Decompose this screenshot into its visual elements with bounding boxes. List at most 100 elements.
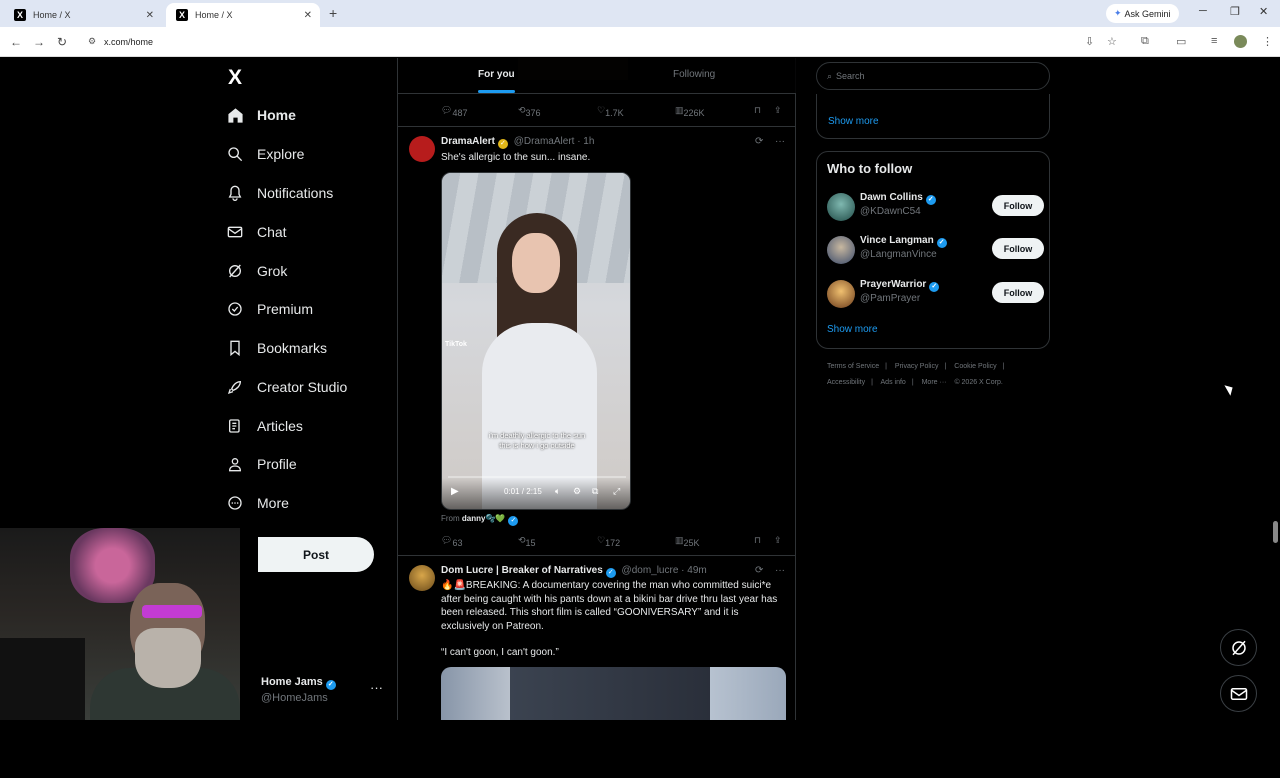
back-icon[interactable]: ← bbox=[10, 35, 22, 49]
close-tab-icon[interactable]: ✕ bbox=[304, 10, 312, 21]
from-name[interactable]: danny🫧💚 bbox=[462, 514, 505, 523]
video-player[interactable]: TikTok i'm deathly allergic to the sun th… bbox=[441, 172, 631, 510]
reply-button[interactable]: 💬︎ 487 bbox=[441, 105, 467, 118]
restore-icon[interactable]: ❐ bbox=[1230, 5, 1240, 18]
search-placeholder: Search bbox=[836, 71, 865, 81]
show-more-link[interactable]: Show more bbox=[828, 116, 879, 127]
forward-icon[interactable]: → bbox=[33, 35, 45, 49]
nav-label: Articles bbox=[257, 418, 303, 434]
follow-button[interactable]: Follow bbox=[992, 195, 1044, 216]
tab-following[interactable]: Following bbox=[673, 69, 715, 80]
browser-toolbar: ← → ↻ ⚙ x.com/home ⇩ ☆ ⧉ ▭ ≡ ⋮ bbox=[0, 27, 1280, 57]
sidebar-icon[interactable]: ▭ bbox=[1176, 35, 1186, 48]
show-more-link[interactable]: Show more bbox=[827, 324, 878, 335]
play-icon[interactable]: ▶ bbox=[451, 486, 459, 497]
nav-explore[interactable]: Explore bbox=[226, 145, 304, 163]
privacy-link[interactable]: Privacy Policy bbox=[895, 363, 939, 370]
views-button[interactable]: ▥ 226K bbox=[675, 105, 705, 118]
ads-info-link[interactable]: Ads info bbox=[881, 379, 906, 386]
avatar[interactable] bbox=[827, 280, 855, 308]
previous-post-actions: 💬︎ 487 ⟲ 376 ♡ 1.7K ▥ 226K ⊓ ⇪ bbox=[398, 102, 796, 122]
author-handle[interactable]: @dom_lucre bbox=[622, 565, 679, 576]
post-more-icon[interactable]: ··· bbox=[775, 136, 785, 147]
video-progress[interactable] bbox=[448, 476, 626, 478]
settings-icon[interactable]: ⚙ bbox=[573, 486, 581, 497]
share-icon[interactable]: ⇪ bbox=[774, 535, 782, 546]
minimize-icon[interactable]: ─ bbox=[1199, 5, 1207, 17]
fullscreen-icon[interactable]: ⤢ bbox=[613, 486, 620, 497]
extensions-icon[interactable]: ⧉ bbox=[1141, 35, 1149, 48]
follow-suggestion[interactable]: Vince Langman ✓ @LangmanVince Follow bbox=[827, 235, 1044, 267]
browser-tab-active[interactable]: X Home / X ✕ bbox=[166, 3, 320, 27]
follow-button[interactable]: Follow bbox=[992, 238, 1044, 259]
nav-grok[interactable]: Grok bbox=[226, 262, 287, 280]
nav-more[interactable]: More bbox=[226, 494, 289, 512]
nav-chat[interactable]: Chat bbox=[226, 223, 287, 241]
post-more-icon[interactable]: ··· bbox=[775, 565, 785, 576]
grok-icon bbox=[226, 262, 244, 280]
x-logo-icon[interactable]: X bbox=[228, 66, 242, 90]
account-more-icon[interactable]: ··· bbox=[370, 680, 383, 695]
new-tab-icon[interactable]: + bbox=[329, 5, 337, 21]
reply-button[interactable]: 💬︎ 63 bbox=[441, 535, 462, 548]
close-tab-icon[interactable]: ✕ bbox=[146, 10, 154, 21]
share-icon[interactable]: ⇪ bbox=[774, 105, 782, 116]
nav-premium[interactable]: Premium bbox=[226, 300, 313, 318]
scrollbar-thumb[interactable] bbox=[1273, 521, 1278, 543]
follow-button[interactable]: Follow bbox=[992, 282, 1044, 303]
nav-creator-studio[interactable]: Creator Studio bbox=[226, 378, 347, 396]
avatar[interactable] bbox=[827, 193, 855, 221]
accessibility-link[interactable]: Accessibility bbox=[827, 379, 865, 386]
post-media[interactable] bbox=[441, 667, 786, 720]
nav-bookmarks[interactable]: Bookmarks bbox=[226, 339, 327, 357]
profile-avatar[interactable] bbox=[1234, 35, 1247, 48]
tab-for-you[interactable]: For you bbox=[478, 69, 515, 93]
messages-fab-icon[interactable] bbox=[1220, 675, 1257, 712]
site-info-icon[interactable]: ⚙ bbox=[88, 36, 96, 47]
nav-profile[interactable]: Profile bbox=[226, 455, 297, 473]
follow-suggestion[interactable]: Dawn Collins ✓ @KDawnC54 Follow bbox=[827, 192, 1044, 224]
avatar[interactable] bbox=[409, 565, 435, 591]
grok-icon[interactable]: ⟳ bbox=[755, 136, 763, 147]
nav-home[interactable]: Home bbox=[226, 106, 296, 124]
post-button[interactable]: Post bbox=[258, 537, 374, 572]
like-button[interactable]: ♡ 172 bbox=[597, 535, 620, 548]
menu-icon[interactable]: ⋮ bbox=[1262, 35, 1273, 48]
grok-icon[interactable]: ⟳ bbox=[755, 565, 763, 576]
terms-link[interactable]: Terms of Service bbox=[827, 363, 879, 370]
account-switcher[interactable]: Home Jams ✓ @HomeJams bbox=[261, 676, 339, 704]
browser-tab[interactable]: X Home / X ✕ bbox=[4, 3, 162, 27]
address-bar[interactable]: ⚙ x.com/home bbox=[80, 31, 1130, 53]
ask-gemini-button[interactable]: ✦ Ask Gemini bbox=[1106, 4, 1179, 23]
nav-label: Explore bbox=[257, 146, 305, 162]
avatar[interactable] bbox=[409, 136, 435, 162]
author-name[interactable]: DramaAlert bbox=[441, 136, 495, 147]
author-name[interactable]: Dom Lucre | Breaker of Narratives bbox=[441, 565, 603, 576]
nav-notifications[interactable]: Notifications bbox=[226, 184, 333, 202]
author-handle[interactable]: @DramaAlert bbox=[514, 136, 575, 147]
install-icon[interactable]: ⇩ bbox=[1085, 35, 1094, 48]
post-time[interactable]: · 49m bbox=[681, 565, 707, 576]
like-button[interactable]: ♡ 1.7K bbox=[597, 105, 624, 118]
reload-icon[interactable]: ↻ bbox=[57, 35, 67, 49]
bookmark-star-icon[interactable]: ☆ bbox=[1107, 35, 1117, 48]
repost-button[interactable]: ⟲ 15 bbox=[518, 535, 536, 548]
divider bbox=[398, 555, 796, 556]
media-icon[interactable]: ≡ bbox=[1211, 35, 1217, 47]
bookmark-icon[interactable]: ⊓ bbox=[754, 105, 761, 116]
post-time[interactable]: · 1h bbox=[577, 136, 594, 147]
avatar[interactable] bbox=[827, 236, 855, 264]
close-window-icon[interactable]: ✕ bbox=[1259, 5, 1268, 18]
nav-articles[interactable]: Articles bbox=[226, 417, 303, 435]
more-link[interactable]: More ··· bbox=[922, 379, 947, 386]
scrollbar[interactable] bbox=[1271, 116, 1280, 778]
pip-icon[interactable]: ⧉ bbox=[592, 486, 598, 497]
cookie-link[interactable]: Cookie Policy bbox=[954, 363, 996, 370]
volume-icon[interactable]: 🔈︎ bbox=[555, 486, 560, 497]
repost-button[interactable]: ⟲ 376 bbox=[518, 105, 541, 118]
search-input[interactable]: ⌕ Search bbox=[816, 62, 1050, 90]
bookmark-icon[interactable]: ⊓ bbox=[754, 535, 761, 546]
views-button[interactable]: ▥ 25K bbox=[675, 535, 700, 548]
follow-suggestion[interactable]: PrayerWarrior ✓ @PamPrayer Follow bbox=[827, 279, 1044, 311]
grok-fab-icon[interactable] bbox=[1220, 629, 1257, 666]
